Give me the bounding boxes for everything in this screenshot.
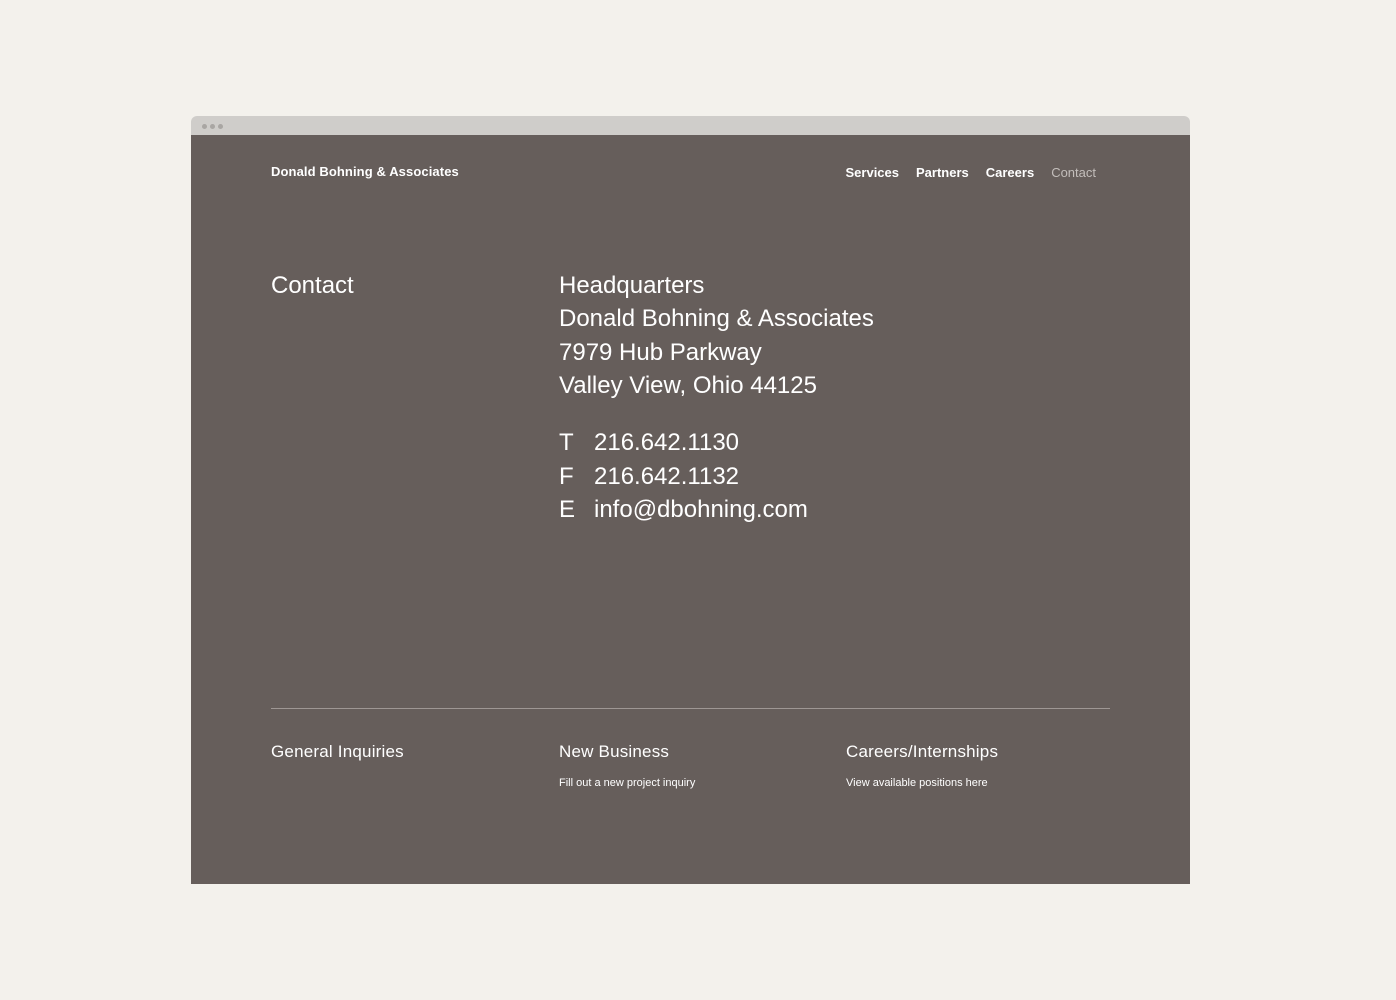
positions-link[interactable]: View available positions here: [846, 776, 998, 790]
hq-company: Donald Bohning & Associates: [559, 305, 874, 333]
contact-details: T 216.642.1130 F 216.642.1132 E info@dbo…: [559, 426, 808, 527]
page-title: Contact: [271, 272, 354, 299]
fax-number: 216.642.1132: [594, 462, 740, 490]
footer-careers: Careers/Internships View available posit…: [846, 741, 998, 790]
window-titlebar: [191, 116, 1190, 135]
nav-services[interactable]: Services: [846, 165, 900, 180]
general-inquiries-heading: General Inquiries: [271, 742, 404, 761]
contact-page: Donald Bohning & Associates Services Par…: [191, 135, 1190, 884]
browser-window: Donald Bohning & Associates Services Par…: [191, 116, 1190, 884]
email-link[interactable]: info@dbohning.com: [594, 493, 808, 527]
brand-logo-link[interactable]: Donald Bohning & Associates: [271, 164, 459, 179]
nav-careers[interactable]: Careers: [986, 165, 1034, 180]
hq-city: Valley View, Ohio 44125: [559, 371, 817, 399]
new-business-heading: New Business: [559, 742, 670, 761]
footer-new-business: New Business Fill out a new project inqu…: [559, 741, 695, 790]
email-label: E: [559, 496, 576, 523]
window-dot-icon[interactable]: [210, 124, 215, 129]
fax-row: F 216.642.1132: [559, 460, 808, 494]
phone-label: T: [559, 429, 574, 456]
footer-general-inquiries: General Inquiries: [271, 741, 404, 763]
hq-heading: Headquarters: [559, 272, 705, 299]
headquarters-address: Headquarters Donald Bohning & Associates…: [559, 269, 874, 402]
phone-row: T 216.642.1130: [559, 426, 808, 460]
nav-contact[interactable]: Contact: [1051, 165, 1096, 180]
careers-heading: Careers/Internships: [846, 742, 999, 761]
nav-partners[interactable]: Partners: [916, 165, 969, 180]
section-divider: [271, 708, 1110, 709]
fax-label: F: [559, 462, 574, 490]
window-dot-icon[interactable]: [202, 124, 207, 129]
hq-street: 7979 Hub Parkway: [559, 338, 762, 366]
project-inquiry-link[interactable]: Fill out a new project inquiry: [559, 776, 695, 790]
main-nav: Services Partners Careers Contact: [846, 165, 1097, 180]
window-dot-icon[interactable]: [218, 124, 223, 129]
email-row: E info@dbohning.com: [559, 493, 808, 527]
phone-number[interactable]: 216.642.1130: [594, 426, 739, 460]
